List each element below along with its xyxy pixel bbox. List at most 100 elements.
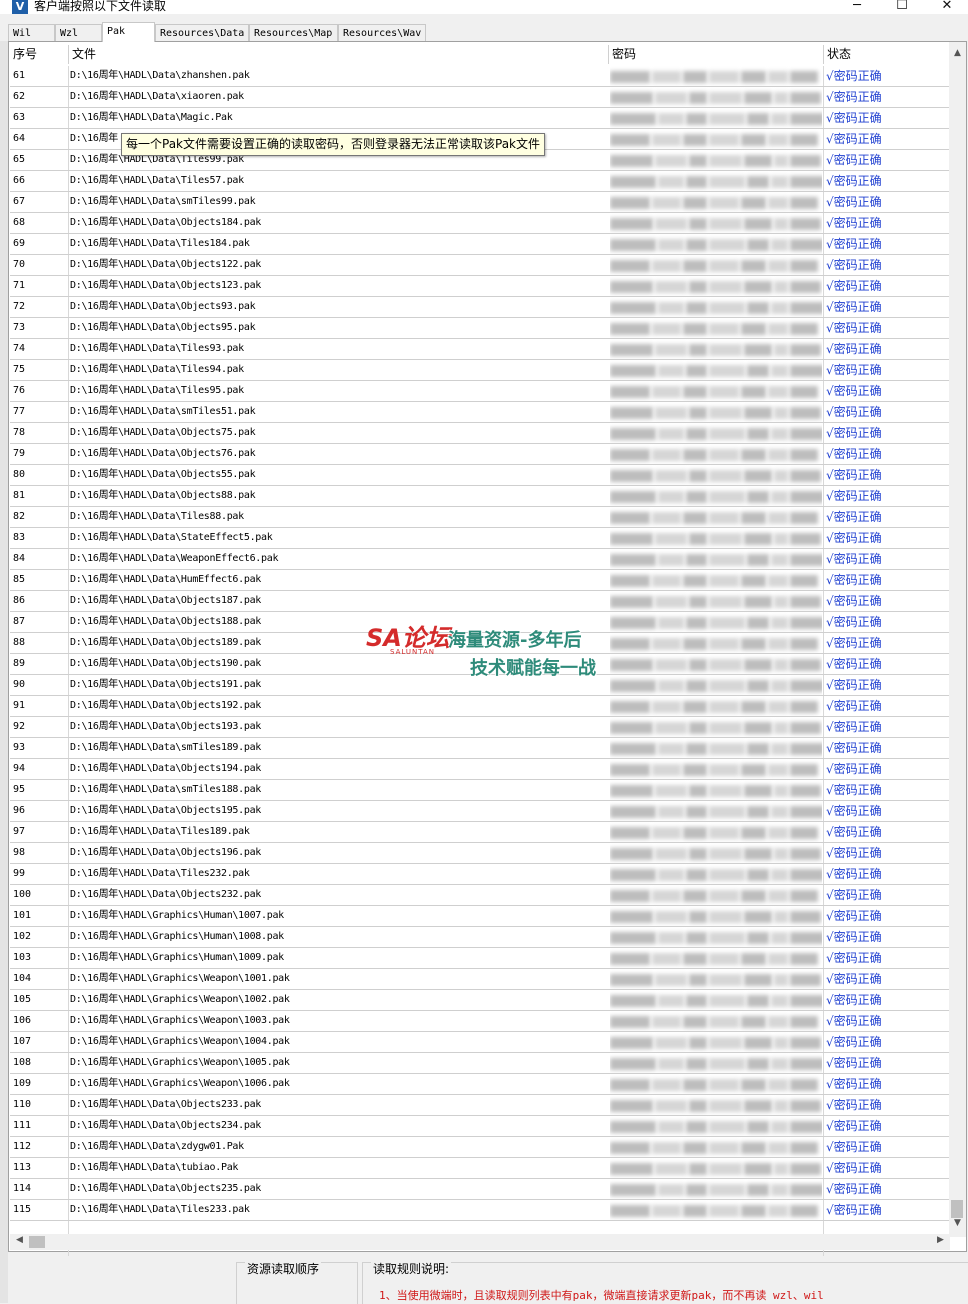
row-file-path: D:\16周年\HADL\Data\Objects232.pak	[70, 889, 262, 900]
horizontal-scroll-thumb[interactable]	[29, 1236, 45, 1248]
table-row[interactable]: 98 D:\16周年\HADL\Data\Objects196.pak √密码正确	[10, 843, 950, 864]
scroll-up-icon[interactable]: ▲	[949, 48, 966, 58]
row-file-path: D:\16周年\HADL\Data\Objects122.pak	[70, 259, 262, 270]
scroll-right-icon[interactable]: ▶	[932, 1235, 949, 1245]
tab-resources-data[interactable]: Resources\Data	[155, 24, 249, 41]
table-row[interactable]: 71 D:\16周年\HADL\Data\Objects123.pak √密码正确	[10, 276, 950, 297]
table-row[interactable]: 66 D:\16周年\HADL\Data\Tiles57.pak √密码正确	[10, 171, 950, 192]
row-file-path: D:\16周年\HADL\Graphics\Weapon\1006.pak	[70, 1078, 290, 1089]
scroll-left-icon[interactable]: ◀	[11, 1235, 28, 1245]
row-status: √密码正确	[826, 699, 882, 713]
table-row[interactable]: 99 D:\16周年\HADL\Data\Tiles232.pak √密码正确	[10, 864, 950, 885]
table-row[interactable]: 86 D:\16周年\HADL\Data\Objects187.pak √密码正确	[10, 591, 950, 612]
table-row[interactable]: 84 D:\16周年\HADL\Data\WeaponEffect6.pak √密码…	[10, 549, 950, 570]
table-row[interactable]: 104 D:\16周年\HADL\Graphics\Weapon\1001.pak…	[10, 969, 950, 990]
table-row[interactable]: 74 D:\16周年\HADL\Data\Tiles93.pak √密码正确	[10, 339, 950, 360]
row-password-redacted	[610, 990, 822, 1010]
table-row[interactable]: 79 D:\16周年\HADL\Data\Objects76.pak √密码正确	[10, 444, 950, 465]
rule-1-text: 1、当使用微端时，且读取规则列表中有pak，微端直接请求更新pak，而不再读 w…	[379, 1289, 824, 1302]
table-row[interactable]: 70 D:\16周年\HADL\Data\Objects122.pak √密码正确	[10, 255, 950, 276]
tooltip: 每一个Pak文件需要设置正确的读取密码，否则登录器无法正常读取该Pak文件	[121, 133, 546, 156]
row-password-redacted	[610, 108, 822, 128]
table-row[interactable]: 111 D:\16周年\HADL\Data\Objects234.pak √密码正确	[10, 1116, 950, 1137]
table-row[interactable]: 72 D:\16周年\HADL\Data\Objects93.pak √密码正确	[10, 297, 950, 318]
table-row[interactable]: 106 D:\16周年\HADL\Graphics\Weapon\1003.pak…	[10, 1011, 950, 1032]
table-row[interactable]: 100 D:\16周年\HADL\Data\Objects232.pak √密码正确	[10, 885, 950, 906]
table-row[interactable]: 73 D:\16周年\HADL\Data\Objects95.pak √密码正确	[10, 318, 950, 339]
row-index: 81	[13, 490, 26, 501]
row-status: √密码正确	[826, 489, 882, 503]
vertical-scroll-thumb[interactable]	[951, 1200, 963, 1218]
row-index: 68	[13, 217, 26, 228]
table-row[interactable]: 96 D:\16周年\HADL\Data\Objects195.pak √密码正确	[10, 801, 950, 822]
row-index: 115	[13, 1204, 32, 1215]
table-row[interactable]: 94 D:\16周年\HADL\Data\Objects194.pak √密码正确	[10, 759, 950, 780]
row-file-path: D:\16周年\HADL\Data\Objects55.pak	[70, 469, 256, 480]
table-row[interactable]: 83 D:\16周年\HADL\Data\StateEffect5.pak √密码正…	[10, 528, 950, 549]
table-row[interactable]: 76 D:\16周年\HADL\Data\Tiles95.pak √密码正确	[10, 381, 950, 402]
table-row[interactable]: 110 D:\16周年\HADL\Data\Objects233.pak √密码正确	[10, 1095, 950, 1116]
table-row[interactable]: 80 D:\16周年\HADL\Data\Objects55.pak √密码正确	[10, 465, 950, 486]
vertical-scrollbar[interactable]: ▲ ▼	[949, 42, 966, 1237]
row-status: √密码正确	[826, 804, 882, 818]
row-file-path: D:\16周年\HADL\Data\Objects234.pak	[70, 1120, 262, 1131]
table-row[interactable]: 81 D:\16周年\HADL\Data\Objects88.pak √密码正确	[10, 486, 950, 507]
table-row[interactable]: 105 D:\16周年\HADL\Graphics\Weapon\1002.pak…	[10, 990, 950, 1011]
row-status: √密码正确	[826, 594, 882, 608]
row-index: 100	[13, 889, 32, 900]
table-row[interactable]: 97 D:\16周年\HADL\Data\Tiles189.pak √密码正确	[10, 822, 950, 843]
table-row[interactable]: 95 D:\16周年\HADL\Data\smTiles188.pak √密码正确	[10, 780, 950, 801]
tab-pak[interactable]: Pak	[102, 22, 155, 42]
row-file-path: D:\16周年\HADL\Graphics\Weapon\1003.pak	[70, 1015, 290, 1026]
table-row[interactable]: 75 D:\16周年\HADL\Data\Tiles94.pak √密码正确	[10, 360, 950, 381]
table-row[interactable]: 61 D:\16周年\HADL\Data\zhanshen.pak √密码正确	[10, 66, 950, 87]
row-index: 106	[13, 1015, 32, 1026]
header-password[interactable]: 密码	[609, 45, 824, 64]
row-file-path: D:\16周年\HADL\Data\Objects195.pak	[70, 805, 262, 816]
table-row[interactable]: 68 D:\16周年\HADL\Data\Objects184.pak √密码正确	[10, 213, 950, 234]
table-row[interactable]: 77 D:\16周年\HADL\Data\smTiles51.pak √密码正确	[10, 402, 950, 423]
table-row[interactable]: 115 D:\16周年\HADL\Data\Tiles233.pak √密码正确	[10, 1200, 950, 1221]
tab-resources-map[interactable]: Resources\Map	[249, 24, 338, 41]
watermark-logo-sub: SALUNTAN	[390, 648, 436, 656]
table-row[interactable]: 91 D:\16周年\HADL\Data\Objects192.pak √密码正确	[10, 696, 950, 717]
tab-resources-wav[interactable]: Resources\Wav	[338, 24, 426, 41]
table-row[interactable]: 112 D:\16周年\HADL\Data\zdygw01.Pak √密码正确	[10, 1137, 950, 1158]
table-row[interactable]: 78 D:\16周年\HADL\Data\Objects75.pak √密码正确	[10, 423, 950, 444]
table-row[interactable]: 107 D:\16周年\HADL\Graphics\Weapon\1004.pak…	[10, 1032, 950, 1053]
minimize-button[interactable]: ─	[834, 0, 880, 14]
table-row[interactable]: 85 D:\16周年\HADL\Data\HumEffect6.pak √密码正确	[10, 570, 950, 591]
scroll-down-icon[interactable]: ▼	[949, 1218, 966, 1228]
table-row[interactable]: 63 D:\16周年\HADL\Data\Magic.Pak √密码正确	[10, 108, 950, 129]
table-row[interactable]: 93 D:\16周年\HADL\Data\smTiles189.pak √密码正确	[10, 738, 950, 759]
maximize-button[interactable]: ☐	[879, 0, 925, 14]
table-row[interactable]: 113 D:\16周年\HADL\Data\tubiao.Pak √密码正确	[10, 1158, 950, 1179]
row-password-redacted	[610, 696, 822, 716]
table-row[interactable]: 92 D:\16周年\HADL\Data\Objects193.pak √密码正确	[10, 717, 950, 738]
table-row[interactable]: 82 D:\16周年\HADL\Data\Tiles88.pak √密码正确	[10, 507, 950, 528]
row-status: √密码正确	[826, 888, 882, 902]
table-row[interactable]: 114 D:\16周年\HADL\Data\Objects235.pak √密码正确	[10, 1179, 950, 1200]
table-row[interactable]: 69 D:\16周年\HADL\Data\Tiles184.pak √密码正确	[10, 234, 950, 255]
table-row[interactable]: 62 D:\16周年\HADL\Data\xiaoren.pak √密码正确	[10, 87, 950, 108]
table-row[interactable]: 102 D:\16周年\HADL\Graphics\Human\1008.pak √…	[10, 927, 950, 948]
tab-wzl[interactable]: Wzl	[55, 24, 102, 41]
header-status[interactable]: 状态	[824, 45, 950, 64]
table-row[interactable]: 101 D:\16周年\HADL\Graphics\Human\1007.pak √…	[10, 906, 950, 927]
row-file-path: D:\16周年\HADL\Data\tubiao.Pak	[70, 1162, 239, 1173]
horizontal-scrollbar[interactable]: ◀ ▶	[10, 1234, 950, 1250]
header-index[interactable]: 序号	[10, 45, 69, 64]
row-file-path: D:\16周年\HADL\Data\Objects194.pak	[70, 763, 262, 774]
row-index: 95	[13, 784, 26, 795]
row-password-redacted	[610, 444, 822, 464]
table-row[interactable]: 108 D:\16周年\HADL\Graphics\Weapon\1005.pak…	[10, 1053, 950, 1074]
row-file-path: D:\16周年\HADL\Data\Tiles93.pak	[70, 343, 244, 354]
close-button[interactable]: ✕	[924, 0, 968, 14]
table-row[interactable]: 67 D:\16周年\HADL\Data\smTiles99.pak √密码正确	[10, 192, 950, 213]
header-file[interactable]: 文件	[69, 45, 609, 64]
table-row[interactable]: 103 D:\16周年\HADL\Graphics\Human\1009.pak √…	[10, 948, 950, 969]
row-password-redacted	[610, 360, 822, 380]
row-password-redacted	[610, 1011, 822, 1031]
tab-wil[interactable]: Wil	[8, 24, 55, 41]
table-row[interactable]: 109 D:\16周年\HADL\Graphics\Weapon\1006.pak…	[10, 1074, 950, 1095]
